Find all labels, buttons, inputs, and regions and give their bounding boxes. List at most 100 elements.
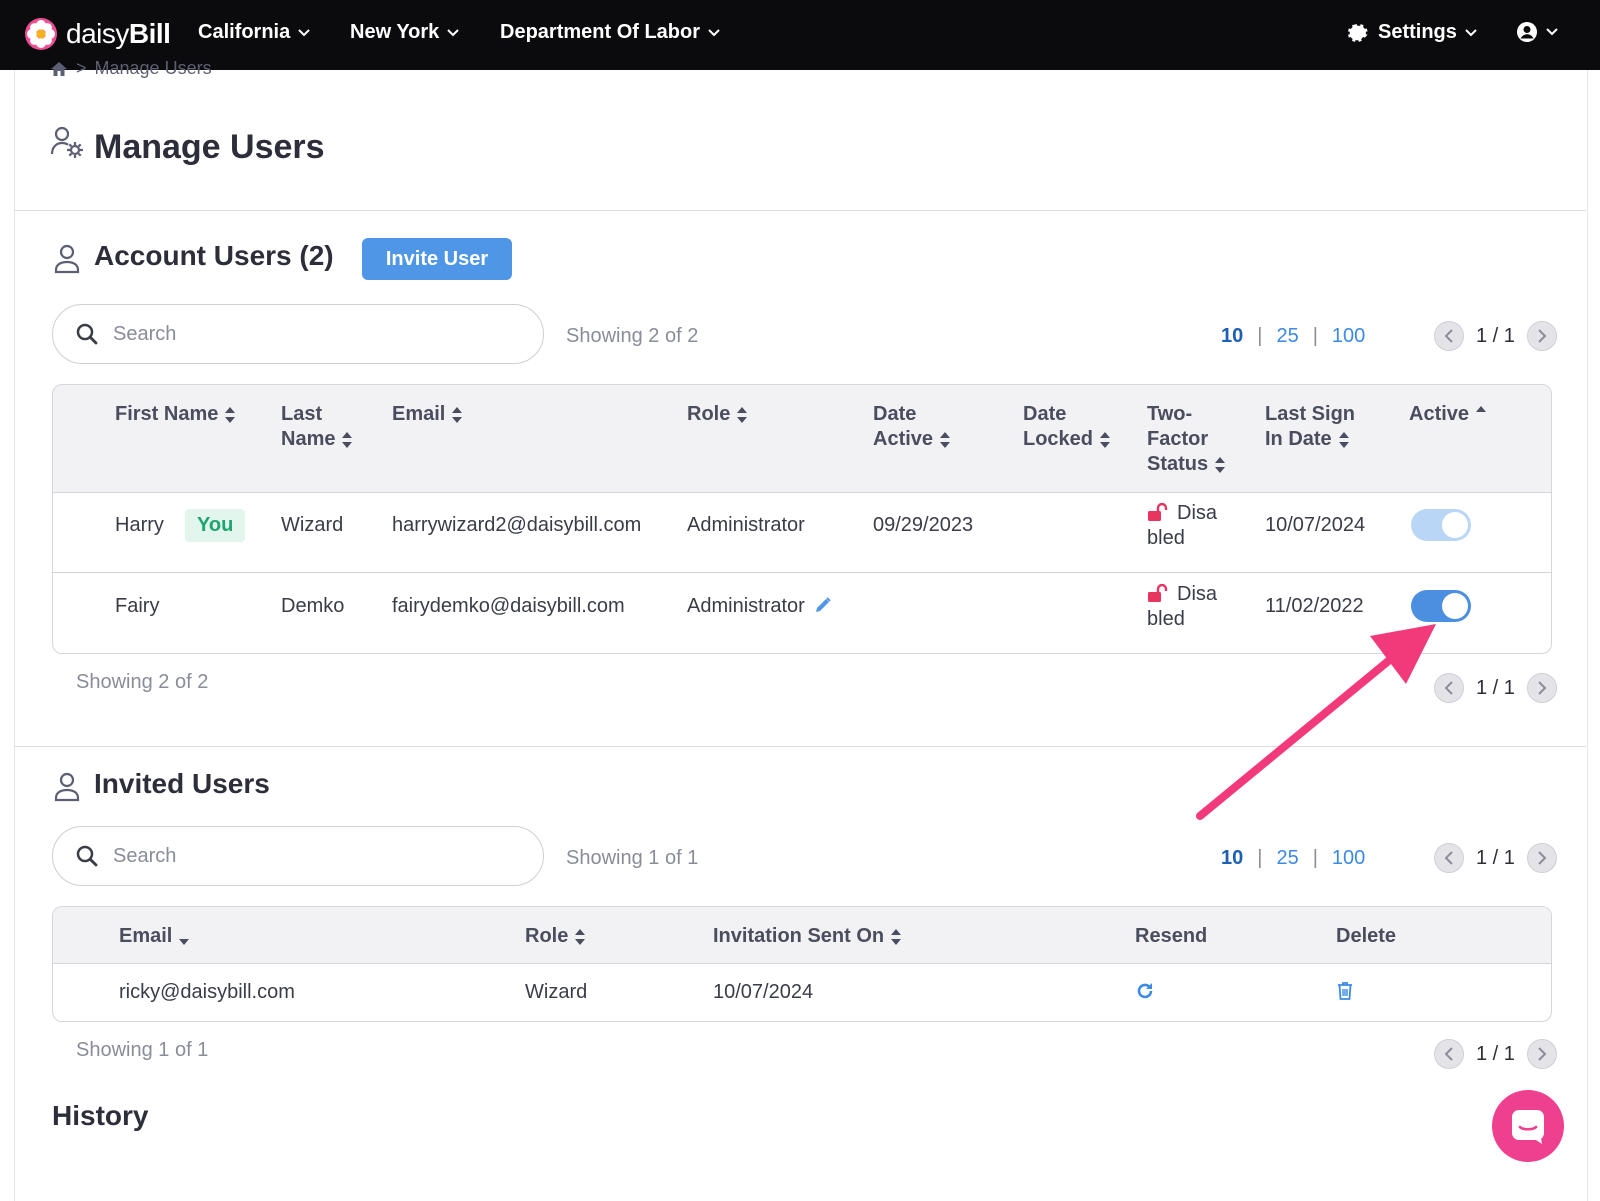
search-input[interactable] <box>111 321 515 347</box>
col-last-sign-in-date[interactable]: Last Sign In Date <box>1265 402 1355 452</box>
col-email[interactable]: Email <box>119 924 190 949</box>
row1-two-factor-status: Disa bled <box>1147 502 1218 549</box>
col-two-factor-status[interactable]: Two- Factor Status <box>1147 402 1226 477</box>
chevron-down-icon <box>1546 28 1558 36</box>
row1-date-active: 09/29/2023 <box>873 514 974 536</box>
nav-settings[interactable]: Settings <box>1348 21 1477 44</box>
chevron-left-icon <box>1444 329 1453 343</box>
col-first-name[interactable]: First Name <box>115 402 236 427</box>
sort-down-icon <box>179 939 190 945</box>
pager: 1 / 1 <box>1434 321 1557 351</box>
page-size-100[interactable]: 100 <box>1332 325 1365 348</box>
invite-user-button[interactable]: Invite User <box>362 238 512 280</box>
prev-page-button[interactable] <box>1434 321 1464 351</box>
row1-email: harrywizard2@daisybill.com <box>392 514 642 536</box>
daisy-logo-icon <box>25 18 57 50</box>
next-page-button[interactable] <box>1526 321 1557 351</box>
footer-showing-count: Showing 2 of 2 <box>76 671 209 693</box>
sort-icon <box>891 928 902 945</box>
prev-page-button[interactable] <box>1434 843 1464 873</box>
sort-icon <box>1338 431 1349 448</box>
pencil-icon[interactable] <box>814 596 832 614</box>
row2-email: fairydemko@daisybill.com <box>392 595 625 617</box>
nav-new-york-label: New York <box>350 21 440 43</box>
row1-active-toggle[interactable] <box>1411 509 1471 541</box>
page-indicator: 1 / 1 <box>1476 676 1515 699</box>
page-size-10[interactable]: 10 <box>1221 325 1243 348</box>
sort-icon <box>1215 456 1226 473</box>
invited-users-search[interactable] <box>52 826 544 886</box>
footer-pager: 1 / 1 <box>1434 1039 1557 1069</box>
chevron-down-icon <box>708 28 720 36</box>
nav-dol-label: Department Of Labor <box>500 21 701 43</box>
page-size-25[interactable]: 25 <box>1276 847 1298 870</box>
col-active[interactable]: Active <box>1409 402 1487 427</box>
user-menu[interactable] <box>1516 21 1558 43</box>
manage-users-icon <box>50 126 83 158</box>
next-page-button[interactable] <box>1526 673 1557 703</box>
account-users-table: First Name Last Name Email Role Date Activ… <box>52 384 1552 654</box>
showing-count: Showing 2 of 2 <box>566 325 699 347</box>
col-role[interactable]: Role <box>687 402 748 427</box>
nav-california[interactable]: California <box>198 21 310 44</box>
chevron-right-icon <box>1538 851 1547 865</box>
page-title: Manage Users <box>94 128 325 166</box>
chevron-left-icon <box>1444 851 1453 865</box>
separator: | <box>1312 847 1318 869</box>
separator: | <box>1257 325 1263 347</box>
prev-page-button[interactable] <box>1434 673 1464 703</box>
chevron-down-icon <box>1465 28 1477 36</box>
invited-users-title: Invited Users <box>94 768 270 799</box>
page-size-25[interactable]: 25 <box>1276 325 1298 348</box>
chevron-right-icon <box>1538 681 1547 695</box>
page-size-100[interactable]: 100 <box>1332 847 1365 870</box>
gear-icon <box>1348 23 1368 42</box>
col-last-name[interactable]: Last Name <box>281 402 353 452</box>
page-indicator: 1 / 1 <box>1476 324 1515 347</box>
chevron-down-icon <box>447 28 460 36</box>
user-icon <box>54 244 80 274</box>
unlock-icon <box>1148 502 1168 521</box>
refresh-icon[interactable] <box>1135 981 1155 1001</box>
page-size-selector: 10 | 25 | 100 <box>1221 325 1365 348</box>
col-date-locked[interactable]: Date Locked <box>1023 402 1111 452</box>
separator: | <box>1312 325 1318 347</box>
pager: 1 / 1 <box>1434 843 1557 873</box>
invited-users-table: Email Role Invitation Sent On Resend Del… <box>52 906 1552 1022</box>
trash-icon[interactable] <box>1336 981 1354 1001</box>
nav-settings-label: Settings <box>1378 21 1457 43</box>
invite-role: Wizard <box>525 981 588 1003</box>
next-page-button[interactable] <box>1526 1039 1557 1069</box>
sort-icon <box>575 928 586 945</box>
sort-icon <box>1100 431 1111 448</box>
you-badge: You <box>185 509 246 542</box>
account-users-search[interactable] <box>52 304 544 364</box>
page-size-selector: 10 | 25 | 100 <box>1221 847 1365 870</box>
chat-widget-button[interactable] <box>1492 1090 1564 1162</box>
col-date-active[interactable]: Date Active <box>873 402 951 452</box>
home-icon[interactable] <box>50 60 68 78</box>
chevron-right-icon <box>1538 329 1547 343</box>
sort-up-icon <box>1476 406 1487 412</box>
nav-department-of-labor[interactable]: Department Of Labor <box>500 21 720 44</box>
showing-count: Showing 1 of 1 <box>566 847 699 869</box>
row2-active-toggle[interactable] <box>1411 590 1471 622</box>
chevron-down-icon <box>298 28 310 36</box>
breadcrumb: > Manage Users <box>50 58 212 79</box>
next-page-button[interactable] <box>1526 843 1557 873</box>
invite-email: ricky@daisybill.com <box>119 981 295 1003</box>
sort-icon <box>225 406 236 423</box>
search-input[interactable] <box>111 843 515 869</box>
row2-first-name: Fairy <box>115 595 160 617</box>
page-size-10[interactable]: 10 <box>1221 847 1243 870</box>
daisybill-logo[interactable]: daisyBill <box>24 17 171 51</box>
col-invitation-sent-on[interactable]: Invitation Sent On <box>713 924 902 949</box>
toggle-knob <box>1442 512 1468 538</box>
breadcrumb-current: Manage Users <box>94 58 212 78</box>
nav-new-york[interactable]: New York <box>350 21 460 44</box>
row-divider <box>53 572 1551 573</box>
row2-two-factor-status: Disa bled <box>1147 583 1218 630</box>
col-email[interactable]: Email <box>392 402 463 427</box>
prev-page-button[interactable] <box>1434 1039 1464 1069</box>
col-role[interactable]: Role <box>525 924 586 949</box>
